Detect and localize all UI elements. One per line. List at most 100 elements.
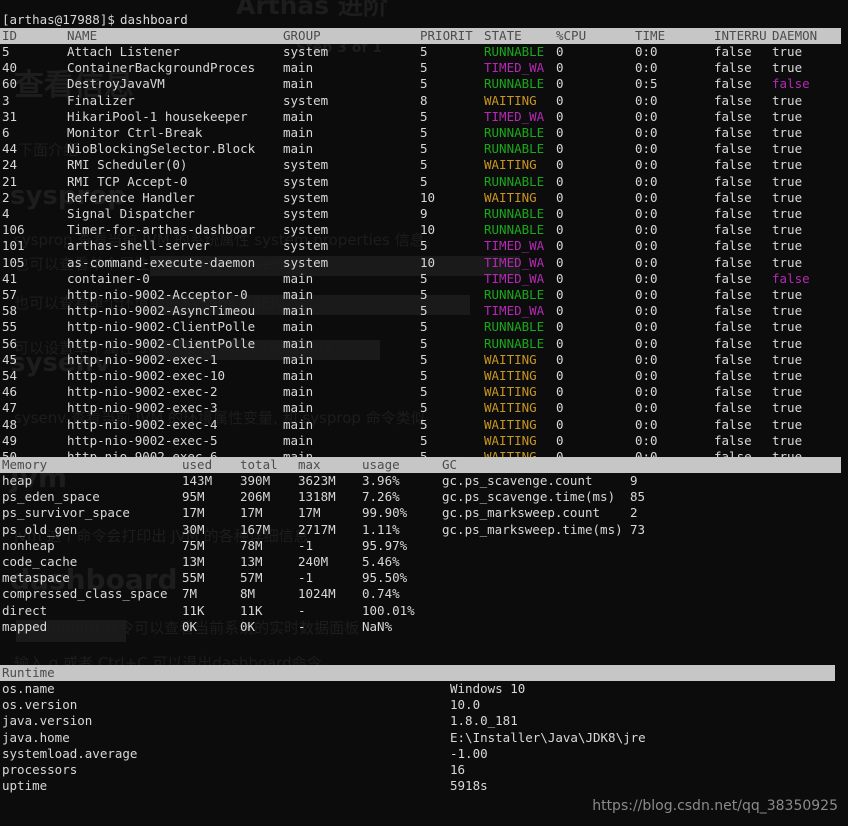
table-row: 60DestroyJavaVMmain5RUNNABLE00:5falsefal…: [0, 76, 848, 92]
cell-interrupted: false: [714, 222, 752, 238]
terminal-screen: Arthas 进阶 Step 3 of 1 查看信息 下面介绍 sysprop …: [0, 0, 848, 826]
table-row: 101 arthas-shell-server system 5 TIMED_WA 0 0:…: [0, 238, 848, 254]
table-row: 58 http-nio-9002-AsyncTimeou main 5 TIMED_WA…: [0, 303, 848, 319]
table-row: 48 http-nio-9002-exec-4 main 5 WAITING 0 0:0 fa…: [0, 417, 848, 433]
cell-time: 0:0: [635, 141, 658, 157]
cell-id: 48: [2, 416, 18, 432]
cell-time: 0:0: [635, 335, 658, 351]
terminal-output: [arthas@17988]$ dashboard ID NAME GROUP …: [0, 0, 848, 826]
runtime-title: Runtime: [2, 665, 55, 680]
memory-cell-usage: NaN%: [362, 618, 393, 634]
cell-priority: 5: [420, 108, 428, 124]
cell-priority: 5: [420, 287, 428, 302]
gc-cell-value: 9: [630, 473, 638, 488]
cell-state: RUNNABLE: [484, 222, 545, 238]
runtime-cell-name: java.version: [2, 713, 93, 729]
cell-name: http-nio-9002-exec-3: [67, 400, 218, 416]
column-header-cpu: %CPU: [556, 28, 587, 43]
memory-header-total: total: [240, 457, 278, 472]
cell-cpu: 0: [556, 254, 564, 270]
cell-priority: 5: [420, 270, 428, 286]
cell-time: 0:0: [635, 222, 658, 238]
runtime-cell-name: uptime: [2, 778, 48, 794]
runtime-cell-name: processors: [2, 762, 78, 777]
cell-priority: 5: [420, 141, 428, 157]
memory-section-header: Memory used total max usage GC: [0, 457, 841, 474]
memory-cell-total: 8M: [240, 586, 256, 602]
memory-cell-total: 57M: [240, 570, 263, 586]
cell-cpu: 0: [556, 384, 564, 400]
cell-group: main: [283, 368, 314, 383]
cell-cpu: 0: [556, 206, 564, 221]
cell-group: main: [283, 125, 314, 140]
cell-interrupted: false: [714, 76, 752, 92]
memory-cell-usage: 5.46%: [362, 554, 400, 569]
cell-interrupted: false: [714, 254, 752, 270]
cell-id: 105: [2, 254, 25, 270]
cell-daemon: true: [772, 416, 803, 432]
cell-priority: 5: [420, 157, 428, 173]
cell-group: system: [283, 157, 329, 173]
cell-time: 0:0: [635, 189, 658, 205]
cell-name: RMI Scheduler(0): [67, 157, 188, 173]
cell-state: WAITING: [484, 368, 537, 383]
table-row: 5Attach Listenersystem5RUNNABLE00:0false…: [0, 44, 848, 60]
memory-row: metaspace 55M 57M -1 95.50%: [0, 570, 848, 586]
gc-row: gc.ps_marksweep.time(ms) 73: [0, 522, 848, 538]
cell-name: http-nio-9002-ClientPolle: [67, 335, 256, 351]
cell-daemon: true: [772, 189, 803, 205]
runtime-cell-value: Windows 10: [450, 681, 526, 696]
cell-interrupted: false: [714, 287, 752, 302]
cell-cpu: 0: [556, 432, 564, 448]
runtime-row: java.home E:\Installer\Java\JDK8\jre: [0, 730, 848, 746]
memory-cell-usage: 95.97%: [362, 537, 408, 553]
cell-priority: 9: [420, 206, 428, 221]
table-row: 105 as-command-execute-daemon system 10 TIME…: [0, 255, 848, 271]
table-row: 44NioBlockingSelector.Blockmain5RUNNABLE…: [0, 141, 848, 157]
cell-state: WAITING: [484, 351, 537, 367]
cell-name: as-command-execute-daemon: [67, 254, 256, 270]
cell-id: 49: [2, 432, 18, 448]
cell-time: 0:0: [635, 157, 658, 173]
cell-state: WAITING: [484, 189, 537, 205]
cell-group: main: [283, 76, 314, 92]
cell-cpu: 0: [556, 173, 564, 189]
memory-cell-total: 78M: [240, 537, 263, 553]
table-row: 21RMI TCP Accept-0system5RUNNABLE00:0fal…: [0, 174, 848, 190]
cell-cpu: 0: [556, 270, 564, 286]
gc-cell-value: 2: [630, 505, 638, 521]
cell-daemon: true: [772, 173, 803, 189]
cell-group: main: [283, 384, 314, 400]
memory-header-used: used: [182, 457, 213, 472]
cell-group: main: [283, 335, 314, 351]
cell-group: main: [283, 270, 314, 286]
memory-cell-name: compressed_class_space: [2, 586, 168, 602]
cell-interrupted: false: [714, 384, 752, 400]
memory-row: nonheap75M78M-195.97%: [0, 538, 848, 554]
memory-cell-usage: 100.01%: [362, 602, 415, 618]
cell-time: 0:0: [635, 44, 658, 59]
cell-daemon: true: [772, 384, 803, 400]
cell-id: 57: [2, 287, 18, 302]
table-row: 3Finalizersystem8WAITING00:0falsetrue: [0, 93, 848, 109]
cell-state: WAITING: [484, 92, 537, 108]
cell-daemon: false: [772, 76, 810, 92]
cell-name: http-nio-9002-exec-1: [67, 351, 218, 367]
cell-group: main: [283, 400, 314, 416]
gc-cell-name: gc.ps_scavenge.time(ms): [442, 489, 616, 505]
command-prompt-line: [arthas@17988]$ dashboard: [0, 12, 848, 28]
cell-daemon: true: [772, 125, 803, 140]
command-text[interactable]: dashboard: [120, 12, 188, 28]
runtime-cell-value: -1.00: [450, 745, 488, 761]
cell-name: Timer-for-arthas-dashboar: [67, 222, 256, 238]
cell-daemon: true: [772, 141, 803, 157]
cell-name: http-nio-9002-ClientPolle: [67, 319, 256, 335]
memory-cell-usage: 95.50%: [362, 570, 408, 586]
cell-group: main: [283, 287, 314, 302]
cell-name: http-nio-9002-exec-5: [67, 432, 218, 448]
cell-group: system: [283, 173, 329, 189]
memory-title: Memory: [2, 457, 48, 472]
cell-daemon: true: [772, 238, 803, 254]
cell-priority: 10: [420, 222, 436, 238]
table-row: 45 http-nio-9002-exec-1 main 5 WAITING 0 0:0 fa…: [0, 352, 848, 368]
